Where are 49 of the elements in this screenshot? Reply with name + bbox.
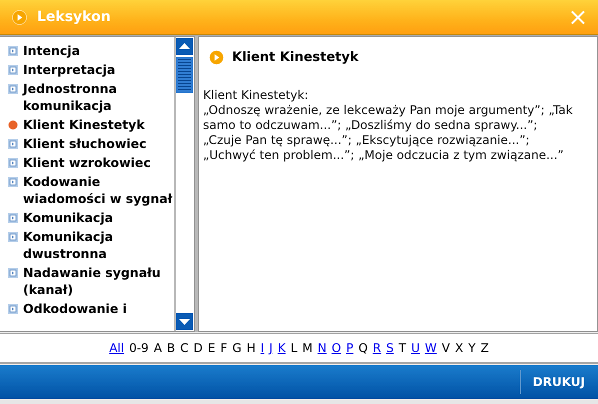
scroll-up-icon[interactable]	[176, 38, 193, 55]
term-item[interactable]: Klient wzrokowiec	[8, 154, 174, 171]
letter-label: X	[454, 341, 464, 355]
letter-link[interactable]: W	[424, 341, 437, 355]
letter-link[interactable]: P	[346, 341, 354, 355]
letter-link[interactable]: I	[260, 341, 264, 355]
entry-text: Klient Kinestetyk:	[203, 88, 310, 103]
letter-label: T	[398, 341, 406, 355]
letter-label: L	[290, 341, 298, 355]
letter-label: Q	[358, 341, 368, 355]
term-item[interactable]: Komunikacja dwustronna	[8, 228, 174, 262]
letter-label: G	[232, 341, 242, 355]
entry-heading: Klient Kinestetyk	[232, 50, 359, 65]
letter-link[interactable]: K	[278, 341, 286, 355]
letter-link[interactable]: N	[318, 341, 327, 355]
letter-label: V	[442, 341, 450, 355]
letter-label: B	[166, 341, 176, 355]
letter-link[interactable]: R	[372, 341, 382, 355]
scrollbar-thumb[interactable]	[176, 57, 193, 93]
letter-label: M	[302, 341, 313, 355]
letter-link[interactable]: S	[386, 341, 394, 355]
letter-label: H	[246, 341, 256, 355]
term-item[interactable]: Jednostronna komunikacja	[8, 80, 174, 114]
letter-label: E	[208, 341, 216, 355]
letter-label: Y	[468, 341, 476, 355]
letter-link[interactable]: J	[269, 341, 273, 355]
window-title: Leksykon	[37, 9, 112, 25]
play-icon	[12, 10, 27, 24]
term-item[interactable]: Kodowanie wiadomości w sygnał	[8, 173, 174, 207]
letter-label: A	[154, 341, 162, 355]
letter-link[interactable]: O	[332, 341, 342, 355]
play-icon	[209, 50, 224, 65]
term-item[interactable]: Komunikacja	[8, 209, 174, 226]
term-item[interactable]: Nadawanie sygnału (kanał)	[8, 264, 174, 298]
entry-text: „Odnoszę wrażenie, ze lekceważy Pan moje argumenty”; „Tak samo to odczuwam...”; „Doszliśmy do sedna sprawy...”; „Czuje Pan tę sprawę...”; „Ekscytujące rozwiązanie...”; „Uchwyć ten problem...”; „Moje odczucia z tym związane...”	[203, 103, 573, 163]
letter-label: D	[194, 341, 203, 355]
letter-label: C	[180, 341, 189, 355]
letter-link[interactable]: U	[411, 341, 420, 355]
letter-link[interactable]: All	[109, 341, 124, 355]
letter-label: 0-9	[129, 341, 149, 355]
print-button[interactable]: DRUKUJ	[520, 370, 598, 394]
term-item[interactable]: Klient Kinestetyk	[8, 116, 174, 133]
scroll-down-icon[interactable]	[176, 313, 193, 330]
term-item[interactable]: Odkodowanie i	[8, 300, 174, 317]
letter-label: Z	[480, 341, 489, 355]
letter-label: F	[220, 341, 228, 355]
term-item[interactable]: Intencja	[8, 42, 174, 59]
term-item[interactable]: Interpretacja	[8, 61, 174, 78]
term-item[interactable]: Klient słuchowiec	[8, 135, 174, 152]
